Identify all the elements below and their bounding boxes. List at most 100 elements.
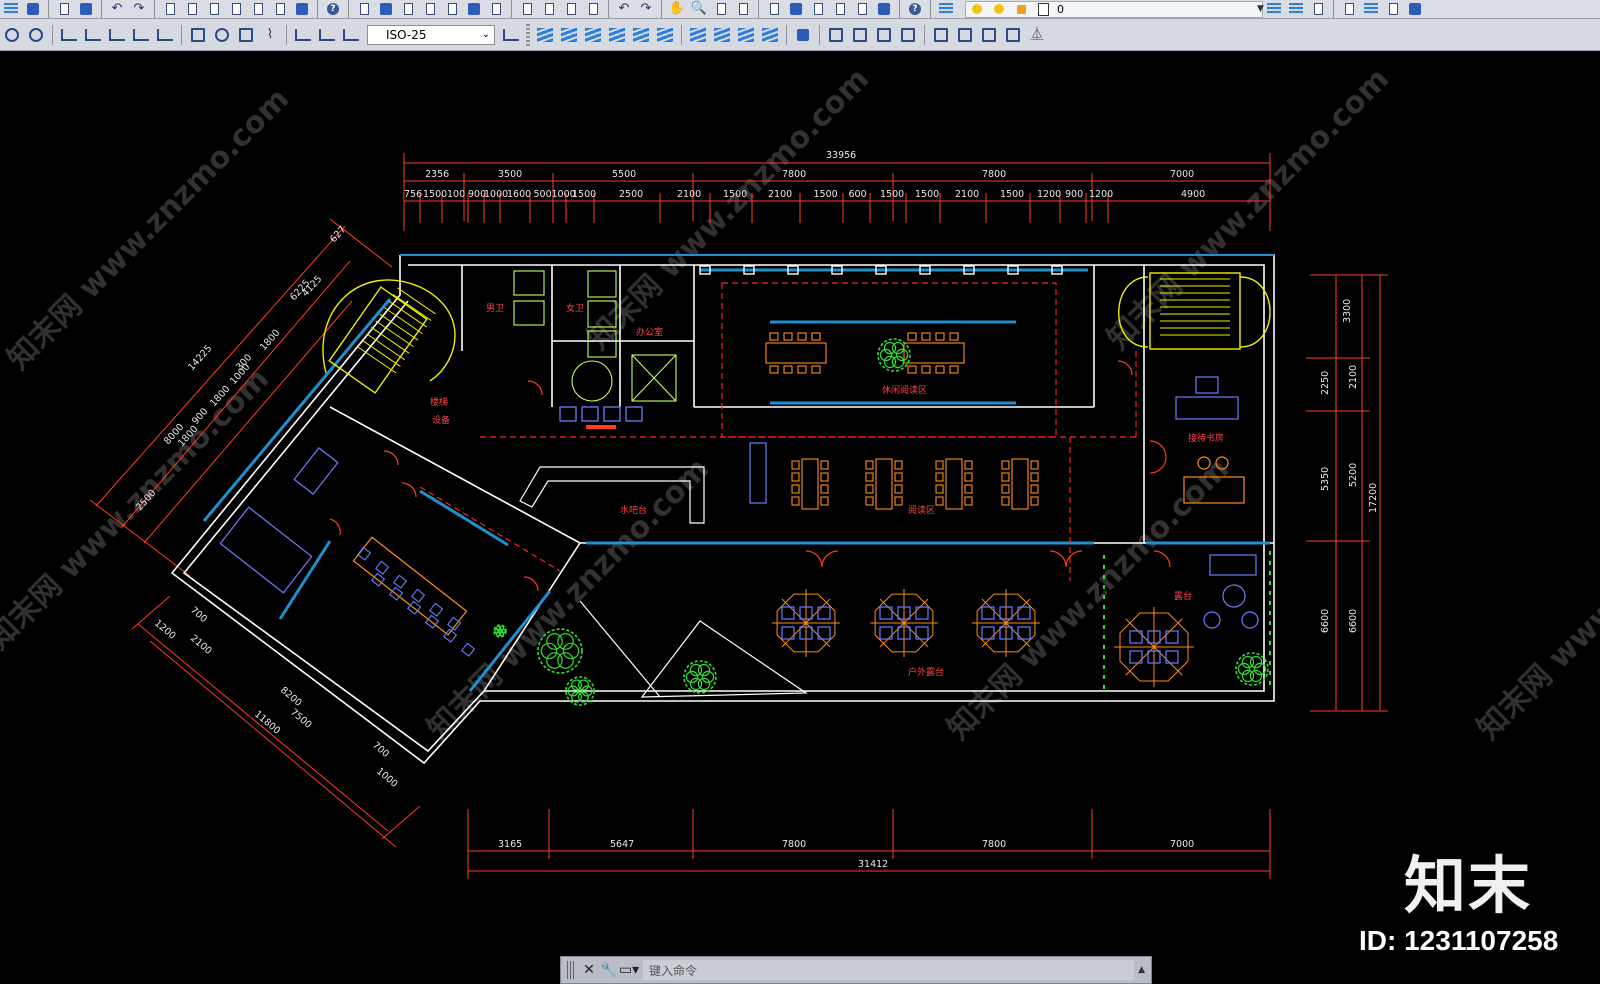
check-icon[interactable] xyxy=(931,23,951,47)
tool-a-icon[interactable] xyxy=(955,23,975,47)
layer-off-icon[interactable] xyxy=(607,23,627,47)
dimension-break-icon[interactable] xyxy=(155,23,175,47)
wrench-icon[interactable]: 🔧 xyxy=(600,961,617,979)
text-style-icon[interactable] xyxy=(1340,1,1358,17)
save-as-icon[interactable] xyxy=(399,1,417,17)
close-icon[interactable]: ✕ xyxy=(581,961,597,979)
copy-icon[interactable] xyxy=(249,1,267,17)
dimension-space-icon[interactable] xyxy=(131,23,151,47)
layer-lock2-icon[interactable] xyxy=(655,23,675,47)
insert-block-icon[interactable] xyxy=(826,23,846,47)
layer-unlock-icon[interactable] xyxy=(736,23,756,47)
quick-dimension-icon[interactable] xyxy=(59,23,79,47)
command-line-grip[interactable] xyxy=(567,961,575,979)
dim-top-sub: 1000 xyxy=(484,189,508,200)
copy2-icon[interactable] xyxy=(540,1,558,17)
open-icon[interactable] xyxy=(377,1,395,17)
plot-icon[interactable] xyxy=(205,1,223,17)
save-icon[interactable] xyxy=(77,1,95,17)
calculator-icon[interactable] xyxy=(293,1,311,17)
properties-icon[interactable] xyxy=(765,1,783,17)
print-icon[interactable] xyxy=(161,1,179,17)
command-input[interactable]: 键入命令 xyxy=(643,960,1135,980)
tool-c-icon[interactable] xyxy=(1003,23,1023,47)
pencil-icon[interactable] xyxy=(874,23,894,47)
layer-dropdown[interactable]: 0 ▼ xyxy=(965,0,1264,18)
reading-chair xyxy=(820,472,829,482)
layer-properties-icon[interactable] xyxy=(937,1,955,17)
table-style-icon[interactable] xyxy=(1384,1,1402,17)
dim-right-outer: 2250 xyxy=(1320,371,1331,395)
layer-delete-icon[interactable] xyxy=(712,23,732,47)
tool-b-icon[interactable] xyxy=(979,23,999,47)
design-center-icon[interactable] xyxy=(787,1,805,17)
layer-freeze-icon[interactable] xyxy=(631,23,651,47)
floor-plan[interactable]: 知末网 www.znzmo.com 知末网 www.znzmo.com 知末网 … xyxy=(0,51,1600,984)
arc-length-icon[interactable] xyxy=(2,23,22,47)
zoom-previous-icon[interactable] xyxy=(734,1,752,17)
radius-icon[interactable] xyxy=(26,23,46,47)
redo-icon[interactable]: ↷ xyxy=(130,1,148,17)
3d-dwf-icon[interactable] xyxy=(465,1,483,17)
multileader-style-icon[interactable] xyxy=(1406,1,1424,17)
dimension-style-manager-icon[interactable] xyxy=(501,23,521,47)
eraser-icon[interactable] xyxy=(850,23,870,47)
quickcalc-icon[interactable] xyxy=(875,1,893,17)
clean-icon[interactable]: ⏅ xyxy=(1027,23,1047,47)
redo2-icon[interactable]: ↷ xyxy=(637,1,655,17)
zoom-realtime-icon[interactable]: 🔍 xyxy=(690,1,708,17)
baseline-dimension-icon[interactable] xyxy=(83,23,103,47)
expand-history-icon[interactable]: ▲ xyxy=(1138,965,1145,975)
separator xyxy=(786,24,787,45)
publish-icon[interactable] xyxy=(183,1,201,17)
undo-icon[interactable]: ↶ xyxy=(108,1,126,17)
center-mark-icon[interactable] xyxy=(212,23,232,47)
jogged-linear-icon[interactable]: ⌇ xyxy=(260,23,280,47)
grid-icon[interactable] xyxy=(898,23,918,47)
dimension-style-select[interactable]: ISO-25 ⌄ xyxy=(367,24,495,45)
sheet-set-icon[interactable] xyxy=(831,1,849,17)
layer-thaw-icon[interactable] xyxy=(760,23,780,47)
cut2-icon[interactable] xyxy=(518,1,536,17)
match-properties-icon[interactable] xyxy=(487,1,505,17)
help-icon[interactable]: ? xyxy=(324,1,342,17)
cut-icon[interactable] xyxy=(227,1,245,17)
inspect-icon[interactable] xyxy=(236,23,256,47)
drawing-canvas[interactable]: 知末网 www.znzmo.com 知末网 www.znzmo.com 知末网 … xyxy=(0,51,1600,984)
toolbar-grip[interactable] xyxy=(526,23,530,46)
open-file-icon[interactable] xyxy=(55,1,73,17)
layer-walk-icon[interactable] xyxy=(535,23,555,47)
long-table-chair xyxy=(446,616,462,631)
tool-palettes-icon[interactable] xyxy=(809,1,827,17)
leisure-chair xyxy=(935,332,945,341)
markup-icon[interactable] xyxy=(853,1,871,17)
plot-preview-icon[interactable] xyxy=(421,1,439,17)
dimension-edit-icon[interactable] xyxy=(293,23,313,47)
pan-icon[interactable]: ✋ xyxy=(668,1,686,17)
layer-unisolate-icon[interactable] xyxy=(583,23,603,47)
new-file-icon[interactable] xyxy=(355,1,373,17)
paste-icon[interactable] xyxy=(271,1,289,17)
undo2-icon[interactable]: ↶ xyxy=(615,1,633,17)
recent-commands-icon[interactable]: ▭▾ xyxy=(619,961,639,979)
layer-merge-icon[interactable] xyxy=(688,23,708,47)
print2-icon[interactable] xyxy=(443,1,461,17)
layer-previous-icon[interactable] xyxy=(1287,1,1305,17)
layer-state-icon[interactable] xyxy=(1309,1,1327,17)
left-stair-treads xyxy=(357,287,436,374)
paste2-icon[interactable] xyxy=(562,1,580,17)
dim-bl: 1000 xyxy=(374,766,400,790)
brush-icon[interactable] xyxy=(584,1,602,17)
zoom-window-icon[interactable] xyxy=(712,1,730,17)
continue-dimension-icon[interactable] xyxy=(107,23,127,47)
layer-isolate-icon[interactable] xyxy=(559,23,579,47)
block-editor-icon[interactable] xyxy=(793,23,813,47)
layer-manager-icon[interactable] xyxy=(2,1,20,17)
dimension-text-edit-icon[interactable] xyxy=(317,23,337,47)
dimension-update-icon[interactable] xyxy=(341,23,361,47)
make-current-layer-icon[interactable] xyxy=(1265,1,1283,17)
dim-style-icon[interactable] xyxy=(1362,1,1380,17)
layer-icon[interactable] xyxy=(24,1,42,17)
tolerance-icon[interactable] xyxy=(188,23,208,47)
help2-icon[interactable]: ? xyxy=(906,1,924,17)
